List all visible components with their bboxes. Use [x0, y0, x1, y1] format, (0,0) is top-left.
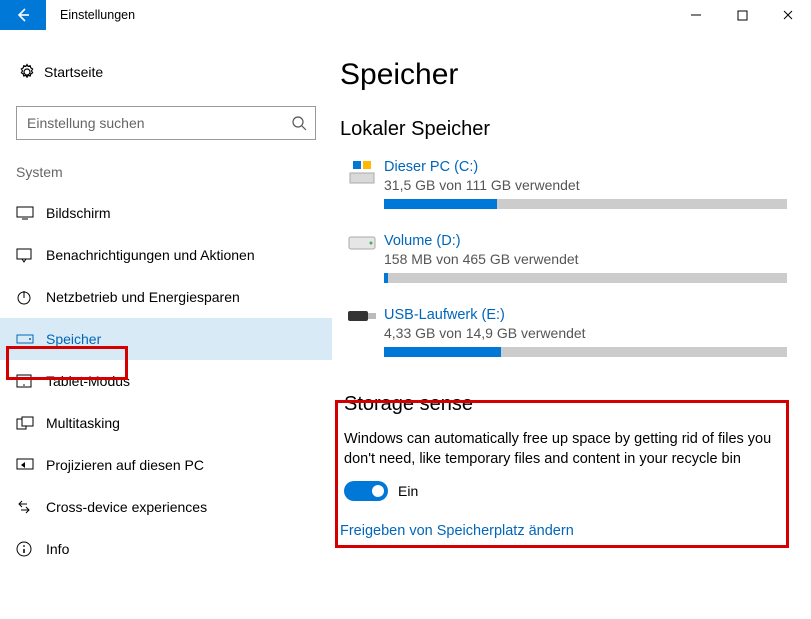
drive-row-c[interactable]: Dieser PC (C:) 31,5 GB von 111 GB verwen…: [340, 159, 787, 209]
crossdevice-icon: [16, 499, 46, 515]
annotation-highlight-nav: [6, 346, 128, 380]
info-icon: [16, 541, 46, 557]
sidebar: Startseite Einstellung suchen System Bil…: [0, 30, 332, 619]
drive-name: Volume (D:): [384, 233, 787, 249]
close-button[interactable]: [765, 0, 811, 30]
minimize-button[interactable]: [673, 0, 719, 30]
drive-bar: [384, 199, 787, 209]
search-icon: [291, 115, 307, 131]
notification-icon: [16, 247, 46, 263]
home-label: Startseite: [44, 64, 103, 80]
nav-item-multitasking[interactable]: Multitasking: [0, 402, 332, 444]
nav-label: Projizieren auf diesen PC: [46, 457, 204, 473]
drive-usage: 31,5 GB von 111 GB verwendet: [384, 177, 787, 193]
pc-drive-icon: [340, 159, 384, 185]
home-link[interactable]: Startseite: [0, 56, 332, 88]
nav-label: Multitasking: [46, 415, 120, 431]
drive-row-d[interactable]: Volume (D:) 158 MB von 465 GB verwendet: [340, 233, 787, 283]
window-title: Einstellungen: [46, 8, 135, 22]
drive-bar: [384, 273, 787, 283]
drive-usage: 158 MB von 465 GB verwendet: [384, 251, 787, 267]
nav-item-display[interactable]: Bildschirm: [0, 192, 332, 234]
drive-bar: [384, 347, 787, 357]
nav-item-power[interactable]: Netzbetrieb und Energiesparen: [0, 276, 332, 318]
drive-name: USB-Laufwerk (E:): [384, 307, 787, 323]
drive-name: Dieser PC (C:): [384, 159, 787, 175]
maximize-icon: [737, 10, 748, 21]
nav-item-projecting[interactable]: Projizieren auf diesen PC: [0, 444, 332, 486]
monitor-icon: [16, 206, 46, 220]
section-label: System: [0, 164, 332, 180]
title-bar: Einstellungen: [0, 0, 811, 30]
local-storage-heading: Lokaler Speicher: [340, 118, 787, 141]
arrow-left-icon: [15, 7, 31, 23]
hdd-icon: [340, 233, 384, 253]
drive-row-e[interactable]: USB-Laufwerk (E:) 4,33 GB von 14,9 GB ve…: [340, 307, 787, 357]
search-input[interactable]: Einstellung suchen: [16, 106, 316, 140]
nav-label: Netzbetrieb und Energiesparen: [46, 289, 240, 305]
nav-label: Speicher: [46, 331, 101, 347]
storage-icon: [16, 334, 46, 344]
nav-label: Benachrichtigungen und Aktionen: [46, 247, 255, 263]
power-icon: [16, 289, 46, 305]
nav-item-crossdevice[interactable]: Cross-device experiences: [0, 486, 332, 528]
page-heading: Speicher: [340, 58, 787, 92]
nav-label: Cross-device experiences: [46, 499, 207, 515]
project-icon: [16, 458, 46, 472]
window-controls: [673, 0, 811, 30]
nav-item-info[interactable]: Info: [0, 528, 332, 570]
nav-label: Bildschirm: [46, 205, 111, 221]
usb-drive-icon: [340, 307, 384, 325]
annotation-highlight-storage-sense: [335, 400, 789, 548]
nav-label: Info: [46, 541, 69, 557]
drive-usage: 4,33 GB von 14,9 GB verwendet: [384, 325, 787, 341]
minimize-icon: [690, 9, 702, 21]
nav-item-notifications[interactable]: Benachrichtigungen und Aktionen: [0, 234, 332, 276]
maximize-button[interactable]: [719, 0, 765, 30]
back-button[interactable]: [0, 0, 46, 30]
multitasking-icon: [16, 416, 46, 430]
search-placeholder: Einstellung suchen: [27, 115, 291, 131]
gear-icon: [18, 63, 44, 81]
close-icon: [782, 9, 794, 21]
